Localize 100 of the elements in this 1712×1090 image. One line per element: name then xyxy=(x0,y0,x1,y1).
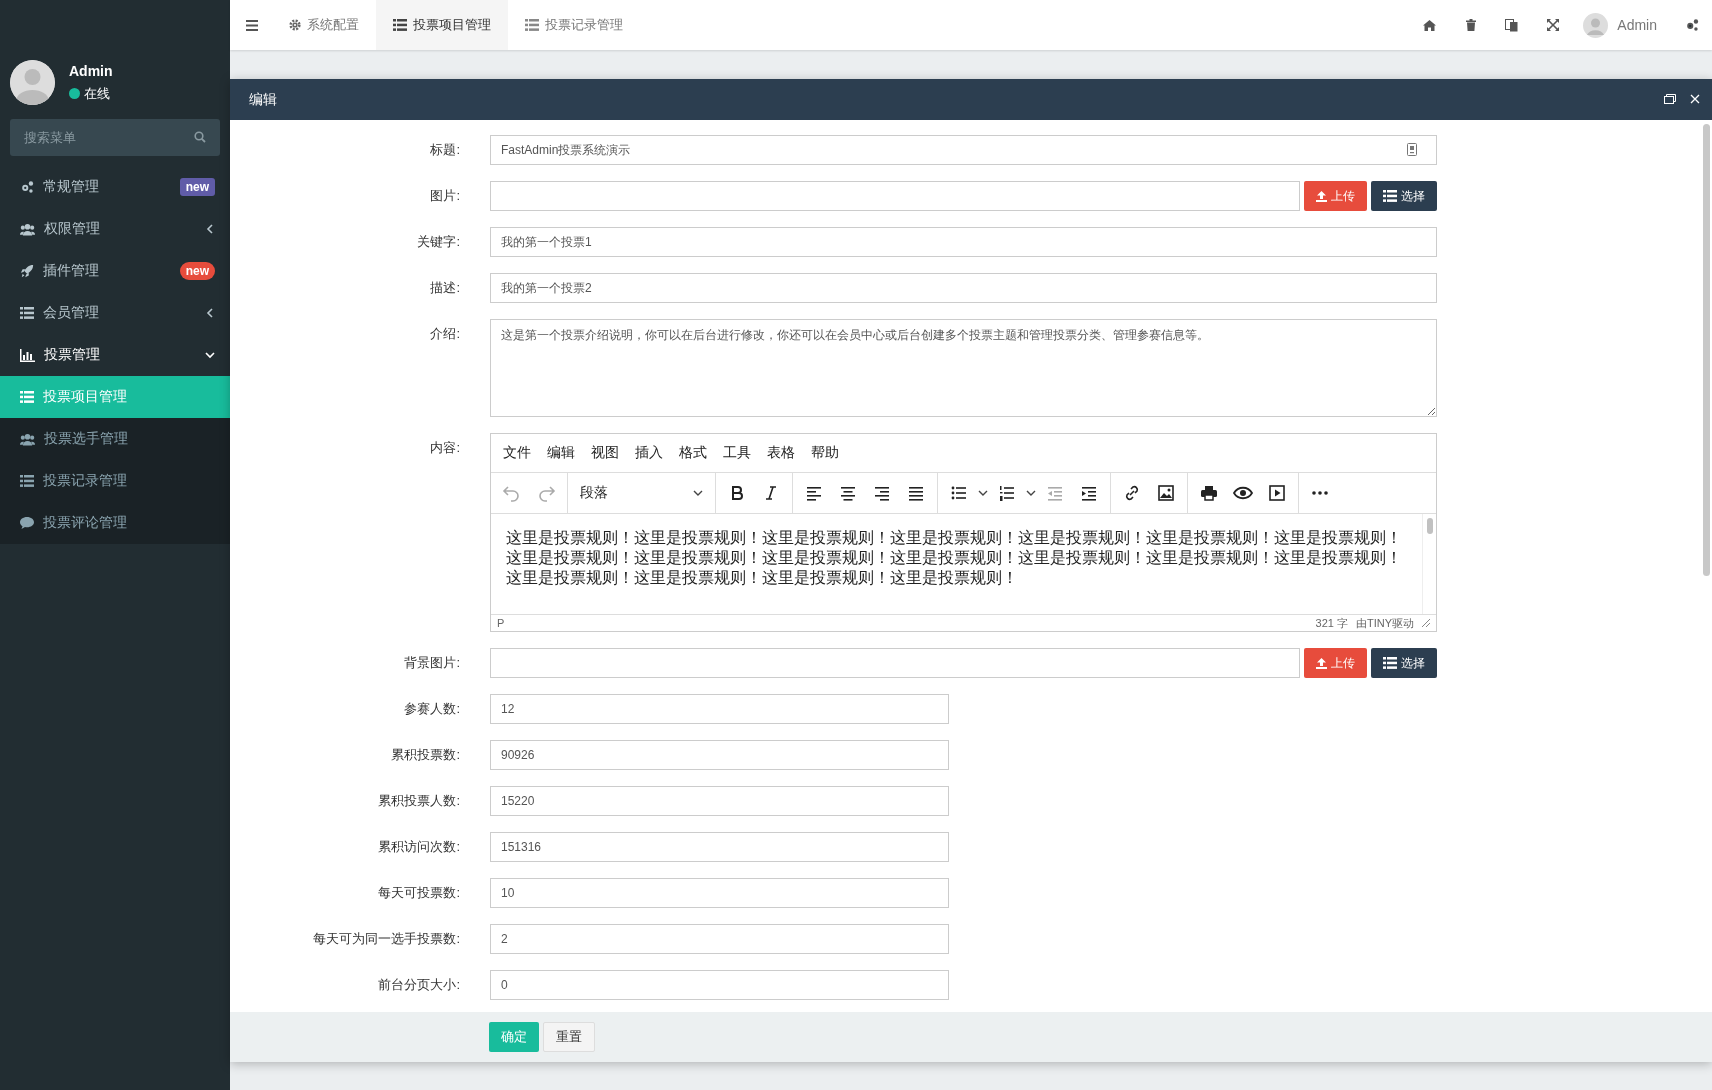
numbered-list-icon xyxy=(997,483,1017,503)
print-icon xyxy=(1199,483,1219,503)
editor-menu-item[interactable]: 格式 xyxy=(671,444,715,462)
menu-item[interactable]: 投票管理 xyxy=(0,334,230,376)
text-field[interactable]: 我的第一个投票2 xyxy=(490,273,1437,303)
menu-item[interactable]: 权限管理 xyxy=(0,208,230,250)
list-icon xyxy=(20,475,34,487)
number-field[interactable]: 151316 xyxy=(490,832,949,862)
comment-icon xyxy=(20,517,34,529)
editor-menu-item[interactable]: 表格 xyxy=(759,444,803,462)
list-icon xyxy=(20,307,34,319)
field-label: 标题: xyxy=(429,141,461,159)
upload-icon xyxy=(1316,657,1327,669)
editor-menu-item[interactable]: 编辑 xyxy=(539,444,583,462)
gears-icon xyxy=(1684,18,1699,32)
close-icon xyxy=(1690,94,1700,104)
trash-icon xyxy=(1465,19,1476,31)
number-field[interactable]: 0 xyxy=(490,970,949,1000)
window-restore-icon xyxy=(1664,94,1676,104)
field-label: 累积访问次数: xyxy=(377,838,461,856)
maximize-button[interactable] xyxy=(1664,92,1676,107)
user-status: 在线 xyxy=(84,84,110,103)
editor-menu-item[interactable]: 工具 xyxy=(715,444,759,462)
editor-brand: 由TINY驱动 xyxy=(1355,615,1414,631)
rocket-icon xyxy=(20,264,34,278)
gear-icon xyxy=(289,19,301,31)
editor-menu-item[interactable]: 帮助 xyxy=(803,444,847,462)
text-field[interactable]: FastAdmin投票系统演示 xyxy=(490,135,1437,165)
field-label: 前台分页大小: xyxy=(377,976,461,994)
redo-icon xyxy=(536,483,556,503)
online-status-dot xyxy=(69,88,80,99)
number-field[interactable]: 10 xyxy=(490,878,949,908)
choose-button[interactable]: 选择 xyxy=(1371,181,1437,211)
editor-menu-item[interactable]: 文件 xyxy=(495,444,539,462)
search-field[interactable]: 搜索菜单 xyxy=(10,119,220,156)
choose-button[interactable]: 选择 xyxy=(1371,648,1437,678)
editor-menu-item[interactable]: 插入 xyxy=(627,444,671,462)
text-counter-icon xyxy=(1407,143,1417,156)
scrollbar-thumb[interactable] xyxy=(1702,124,1710,576)
users-icon xyxy=(20,432,35,446)
list-icon xyxy=(393,19,407,31)
field-label: 参赛人数: xyxy=(403,700,461,718)
undo-icon xyxy=(502,483,522,503)
dialog-title: 编辑 xyxy=(249,90,278,109)
menu-item[interactable]: 常规管理 new xyxy=(0,166,230,208)
list-icon xyxy=(525,19,539,31)
list-icon xyxy=(1383,657,1397,669)
word-count: 321 字 xyxy=(1315,615,1348,631)
field-label: 关键字: xyxy=(416,233,461,251)
file-path-field[interactable] xyxy=(490,181,1300,211)
upload-button[interactable]: 上传 xyxy=(1304,181,1367,211)
reset-button[interactable]: 重置 xyxy=(543,1022,595,1052)
new-badge: new xyxy=(179,262,215,280)
page-tab[interactable]: 投票项目管理 xyxy=(376,0,508,50)
user-name[interactable]: Admin xyxy=(1617,17,1657,33)
caret-down-icon xyxy=(693,488,703,498)
users-icon xyxy=(20,222,35,236)
number-field[interactable]: 90926 xyxy=(490,740,949,770)
field-label: 背景图片: xyxy=(403,654,461,672)
file-path-field[interactable] xyxy=(490,648,1300,678)
field-label: 图片: xyxy=(429,187,461,205)
page-tab[interactable]: 系统配置 xyxy=(272,0,376,50)
scrollbar-thumb[interactable] xyxy=(1426,518,1433,534)
bar-chart-icon xyxy=(20,348,35,362)
editor-content[interactable]: 这里是投票规则！这里是投票规则！这里是投票规则！这里是投票规则！这里是投票规则！这里是投票规则！这里是投票规则！这里是投票规则！这里是投票规则！这里是投票规则！这里是投票规则！这里是投票规则！这里是投票规则！这里是投票规则！这里是投票规则！这里是投票规则！这里是投票规则！这里是投票规则！ xyxy=(491,514,1422,614)
text-field[interactable]: 我的第一个投票1 xyxy=(490,227,1437,257)
new-badge: new xyxy=(179,178,215,196)
number-field[interactable]: 2 xyxy=(490,924,949,954)
field-label: 介绍: xyxy=(429,325,461,343)
upload-button[interactable]: 上传 xyxy=(1304,648,1367,678)
field-label: 累积投票数: xyxy=(390,746,461,764)
number-field[interactable]: 12 xyxy=(490,694,949,724)
list-icon xyxy=(1383,190,1397,202)
upload-icon xyxy=(1316,190,1327,202)
home-icon xyxy=(1423,19,1437,31)
gears-icon xyxy=(20,180,34,194)
editor-menu-item[interactable]: 视图 xyxy=(583,444,627,462)
field-label: 描述: xyxy=(429,279,461,297)
caret-down-icon xyxy=(1026,488,1036,498)
user-avatar-icon xyxy=(1583,12,1609,38)
submenu-item[interactable]: 投票选手管理 xyxy=(0,418,230,460)
media-icon xyxy=(1267,483,1287,503)
menu-icon xyxy=(246,19,258,31)
submenu-item[interactable]: 投票记录管理 xyxy=(0,460,230,502)
menu-item[interactable]: 会员管理 xyxy=(0,292,230,334)
list-icon xyxy=(20,391,34,403)
submenu-item[interactable]: 投票评论管理 xyxy=(0,502,230,544)
block-format-select[interactable]: 段落 xyxy=(574,478,709,508)
caret-down-icon xyxy=(978,488,988,498)
avatar-icon xyxy=(10,60,55,105)
field-label: 累积投票人数: xyxy=(377,792,461,810)
search-icon xyxy=(194,131,206,143)
resize-handle-icon xyxy=(1422,619,1430,627)
field-label: 每天可投票数: xyxy=(377,884,461,902)
menu-item[interactable]: 插件管理 new xyxy=(0,250,230,292)
page-tab[interactable]: 投票记录管理 xyxy=(508,0,640,50)
element-path: P xyxy=(497,617,505,629)
number-field[interactable]: 15220 xyxy=(490,786,949,816)
field-label: 每天可为同一选手投票数: xyxy=(312,930,461,948)
text-area[interactable]: 这是第一个投票介绍说明，你可以在后台进行修改，你还可以在会员中心或后台创建多个投票主题和管理投票分类、管理参赛信息等。 xyxy=(490,319,1437,417)
